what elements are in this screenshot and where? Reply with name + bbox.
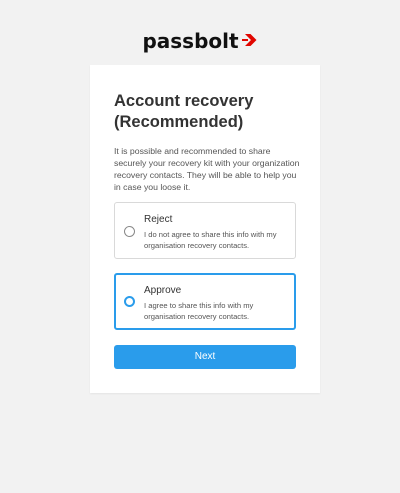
passbolt-arrow-logo-icon (240, 33, 258, 52)
approve-option[interactable]: Approve I agree to share this info with … (114, 273, 296, 330)
logo-wordmark: passbolt (142, 29, 239, 53)
description-text: It is possible and recommended to share … (114, 146, 300, 192)
reject-option-description: I do not agree to share this info with m… (144, 230, 277, 250)
reject-option[interactable]: Reject I do not agree to share this info… (114, 202, 296, 259)
approve-option-label: Approve (144, 285, 182, 296)
reject-radio-button[interactable] (124, 226, 135, 237)
approve-option-description: I agree to share this info with my organ… (144, 301, 254, 321)
page-title: Account recovery (Recommended) (114, 92, 254, 131)
account-recovery-card: Account recovery (Recommended) It is pos… (90, 65, 320, 393)
next-button[interactable]: Next (114, 345, 296, 369)
approve-radio-button[interactable] (124, 296, 135, 307)
reject-option-label: Reject (144, 214, 173, 225)
passbolt-logo: passbolt (0, 28, 400, 54)
